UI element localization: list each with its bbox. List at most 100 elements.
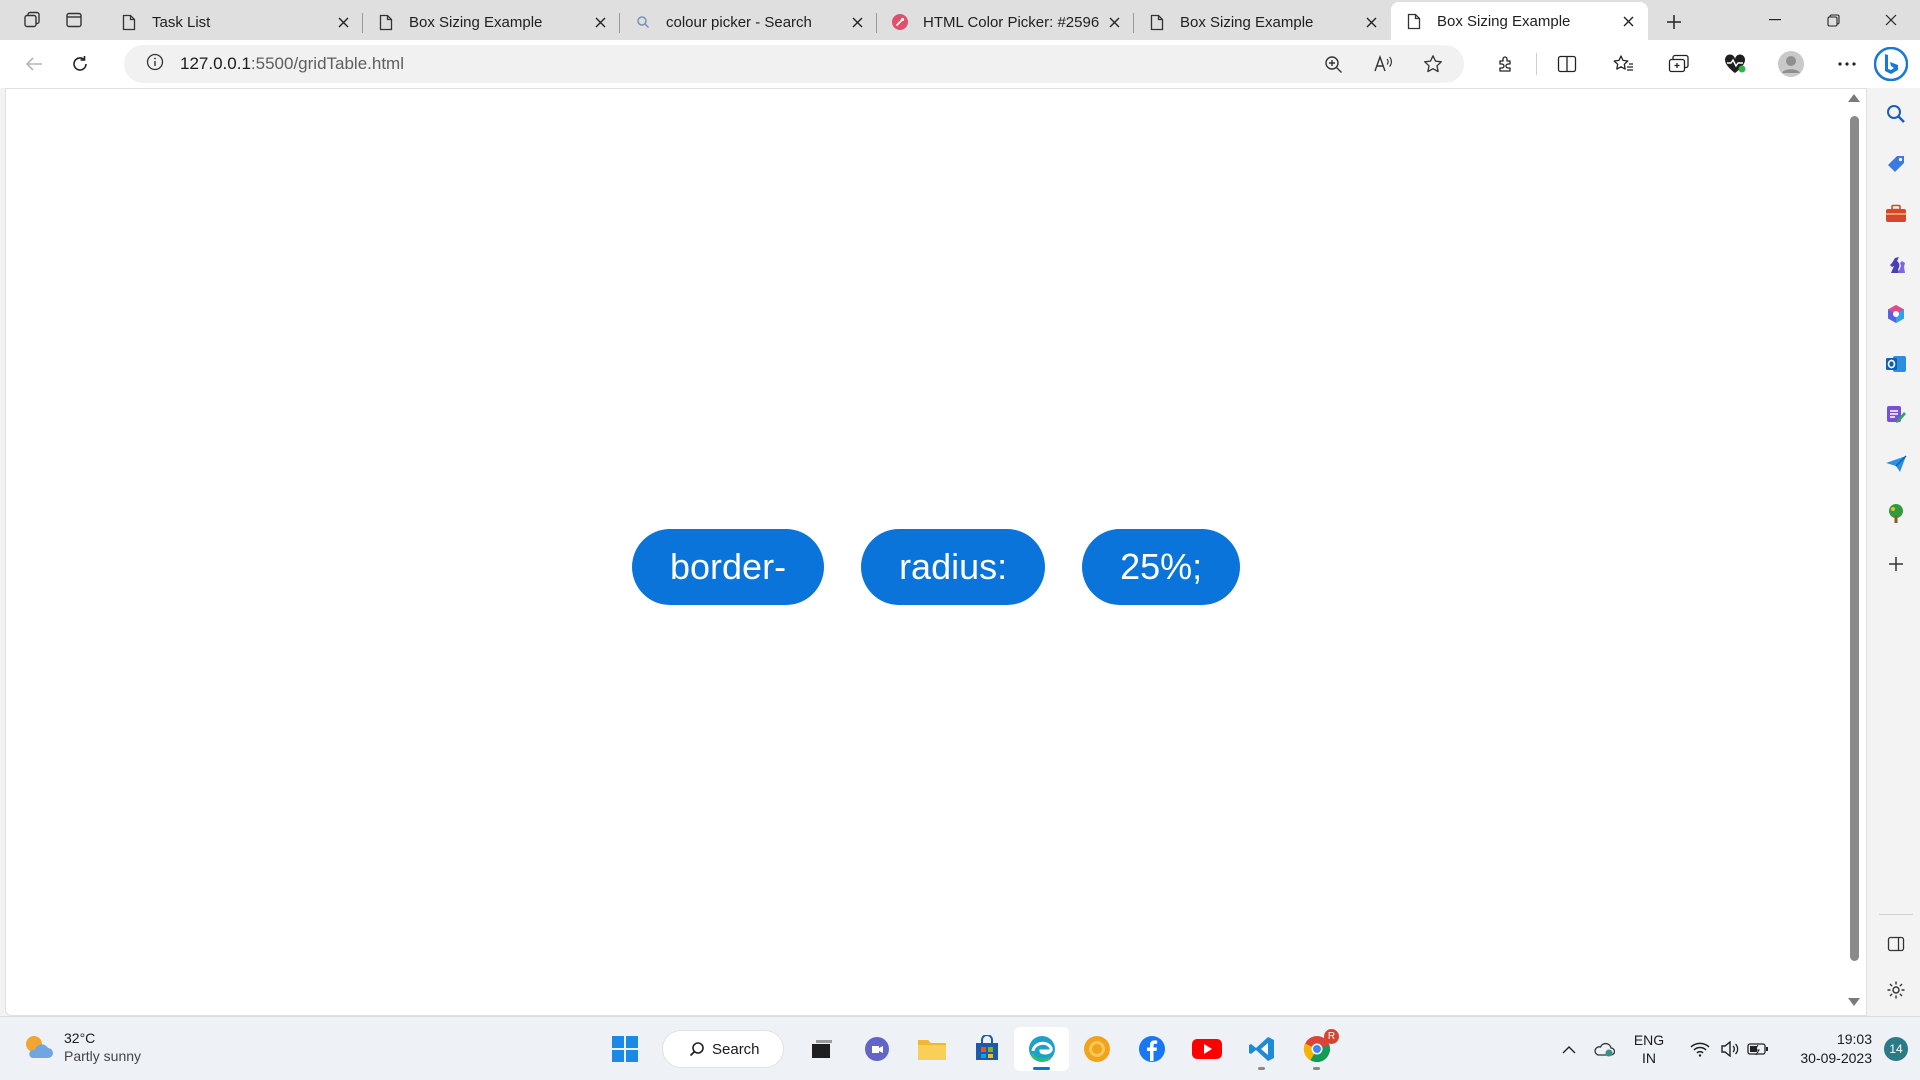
- page-icon: [377, 13, 395, 31]
- tab-title: Box Sizing Example: [409, 13, 543, 31]
- browser-toolbar: 127.0.0.1:5500/gridTable.html: [0, 40, 1920, 88]
- search-icon: [689, 1042, 704, 1057]
- tab-html-color-picker[interactable]: HTML Color Picker: #2596: [877, 4, 1134, 40]
- close-window-button[interactable]: [1862, 0, 1920, 40]
- taskbar-search-label: Search: [712, 1040, 760, 1058]
- close-icon[interactable]: [1618, 11, 1638, 31]
- file-explorer-icon[interactable]: [904, 1027, 959, 1071]
- url-text[interactable]: 127.0.0.1:5500/gridTable.html: [180, 54, 404, 74]
- favorite-star-icon[interactable]: [1408, 45, 1458, 83]
- page-icon: [120, 13, 138, 31]
- profile-avatar[interactable]: [1763, 40, 1819, 88]
- heartbeat-extension-icon[interactable]: [1707, 40, 1763, 88]
- wifi-icon[interactable]: [1684, 1041, 1716, 1057]
- chrome-canary-icon[interactable]: [1069, 1027, 1124, 1071]
- facebook-icon[interactable]: [1124, 1027, 1179, 1071]
- tab-title: Box Sizing Example: [1437, 12, 1571, 30]
- weather-widget[interactable]: 32°C Partly sunny: [22, 1029, 141, 1065]
- plus-icon: [1667, 15, 1681, 29]
- system-tray: ENG IN 19:03 30-09-2023 14: [1554, 1017, 1920, 1080]
- back-arrow-icon: [25, 57, 42, 71]
- language-indicator[interactable]: ENG IN: [1624, 1031, 1674, 1067]
- shopping-tag-icon[interactable]: [1871, 144, 1920, 184]
- page-icon: [1148, 13, 1166, 31]
- tree-game-icon[interactable]: [1871, 494, 1920, 534]
- onedrive-sync-icon[interactable]: [1584, 1041, 1624, 1057]
- chrome-icon[interactable]: R: [1289, 1027, 1344, 1071]
- tab-box-sizing-2[interactable]: Box Sizing Example: [1134, 4, 1391, 40]
- send-plane-icon[interactable]: [1871, 444, 1920, 484]
- hide-sidebar-icon[interactable]: [1871, 924, 1920, 964]
- favorites-icon[interactable]: [1595, 40, 1651, 88]
- pill-radius: radius:: [861, 529, 1046, 605]
- pill-percent: 25%;: [1082, 529, 1241, 605]
- search-icon: [634, 13, 652, 31]
- back-button[interactable]: [14, 44, 54, 84]
- tab-strip: Task List Box Sizing Example colour pick…: [0, 0, 1920, 40]
- extensions-icon[interactable]: [1478, 40, 1534, 88]
- scroll-up-arrow[interactable]: [1848, 94, 1860, 102]
- tab-box-sizing-active[interactable]: Box Sizing Example: [1391, 2, 1648, 40]
- taskbar-search[interactable]: Search: [662, 1030, 784, 1068]
- read-aloud-icon[interactable]: [1358, 45, 1408, 83]
- microsoft365-icon[interactable]: [1871, 294, 1920, 334]
- windows-logo-icon: [611, 1036, 638, 1062]
- start-button[interactable]: [597, 1027, 652, 1071]
- restore-button[interactable]: [1804, 0, 1862, 40]
- workspaces-icon[interactable]: [14, 4, 50, 36]
- sidebar-search-icon[interactable]: [1871, 94, 1920, 134]
- url-path: :5500/gridTable.html: [250, 54, 404, 73]
- close-icon[interactable]: [1361, 12, 1381, 32]
- close-icon[interactable]: [847, 12, 867, 32]
- more-options-icon[interactable]: [1819, 40, 1875, 88]
- tab-task-list[interactable]: Task List: [106, 4, 363, 40]
- address-bar[interactable]: 127.0.0.1:5500/gridTable.html: [124, 45, 1464, 83]
- page-icon: [1405, 12, 1423, 30]
- vscode-icon[interactable]: [1234, 1027, 1289, 1071]
- show-hidden-icons-chevron-icon[interactable]: [1554, 1045, 1584, 1054]
- clock-date: 30-09-2023: [1800, 1050, 1872, 1066]
- microsoft-store-icon[interactable]: [959, 1027, 1014, 1071]
- chrome-profile-badge: R: [1324, 1029, 1339, 1044]
- volume-icon[interactable]: [1716, 1041, 1744, 1057]
- refresh-button[interactable]: [60, 44, 100, 84]
- tab-colour-picker-search[interactable]: colour picker - Search: [620, 4, 877, 40]
- battery-icon[interactable]: [1744, 1042, 1772, 1056]
- task-view-icon[interactable]: [794, 1027, 849, 1071]
- youtube-icon[interactable]: [1179, 1027, 1234, 1071]
- clock[interactable]: 19:03 30-09-2023: [1782, 1030, 1872, 1068]
- bing-icon: [1874, 47, 1908, 81]
- collections-icon[interactable]: [1651, 40, 1707, 88]
- scroll-down-arrow[interactable]: [1848, 998, 1860, 1006]
- tab-title: Task List: [152, 13, 211, 31]
- window-controls: [1746, 0, 1920, 40]
- pill-row: border- radius: 25%;: [632, 529, 1241, 605]
- weather-condition: Partly sunny: [64, 1048, 142, 1064]
- tab-title: HTML Color Picker: #2596: [923, 13, 1100, 31]
- settings-gear-icon[interactable]: [1871, 970, 1920, 1010]
- close-icon[interactable]: [1104, 12, 1124, 32]
- edge-browser-icon[interactable]: [1014, 1027, 1069, 1071]
- tab-actions-icon[interactable]: [56, 4, 92, 36]
- editor-notes-icon[interactable]: [1871, 394, 1920, 434]
- windows-taskbar: 32°C Partly sunny Search R ENG IN 19:03 …: [0, 1016, 1920, 1080]
- tab-list: Task List Box Sizing Example colour pick…: [106, 0, 1694, 40]
- close-icon[interactable]: [333, 12, 353, 32]
- minimize-button[interactable]: [1746, 0, 1804, 40]
- new-tab-button[interactable]: [1654, 4, 1694, 40]
- zoom-icon[interactable]: [1308, 45, 1358, 83]
- teams-chat-icon[interactable]: [849, 1027, 904, 1071]
- scroll-thumb[interactable]: [1850, 116, 1859, 961]
- info-icon[interactable]: [146, 53, 164, 76]
- vertical-scrollbar[interactable]: [1843, 88, 1867, 1016]
- tab-box-sizing-1[interactable]: Box Sizing Example: [363, 4, 620, 40]
- tools-briefcase-icon[interactable]: [1871, 194, 1920, 234]
- close-icon[interactable]: [590, 12, 610, 32]
- outlook-icon[interactable]: [1871, 344, 1920, 384]
- games-chess-icon[interactable]: [1871, 244, 1920, 284]
- bing-copilot-button[interactable]: [1870, 43, 1912, 85]
- add-sidebar-app-icon[interactable]: [1871, 544, 1920, 584]
- notification-badge[interactable]: 14: [1884, 1037, 1908, 1061]
- refresh-icon: [73, 56, 87, 71]
- split-screen-icon[interactable]: [1539, 40, 1595, 88]
